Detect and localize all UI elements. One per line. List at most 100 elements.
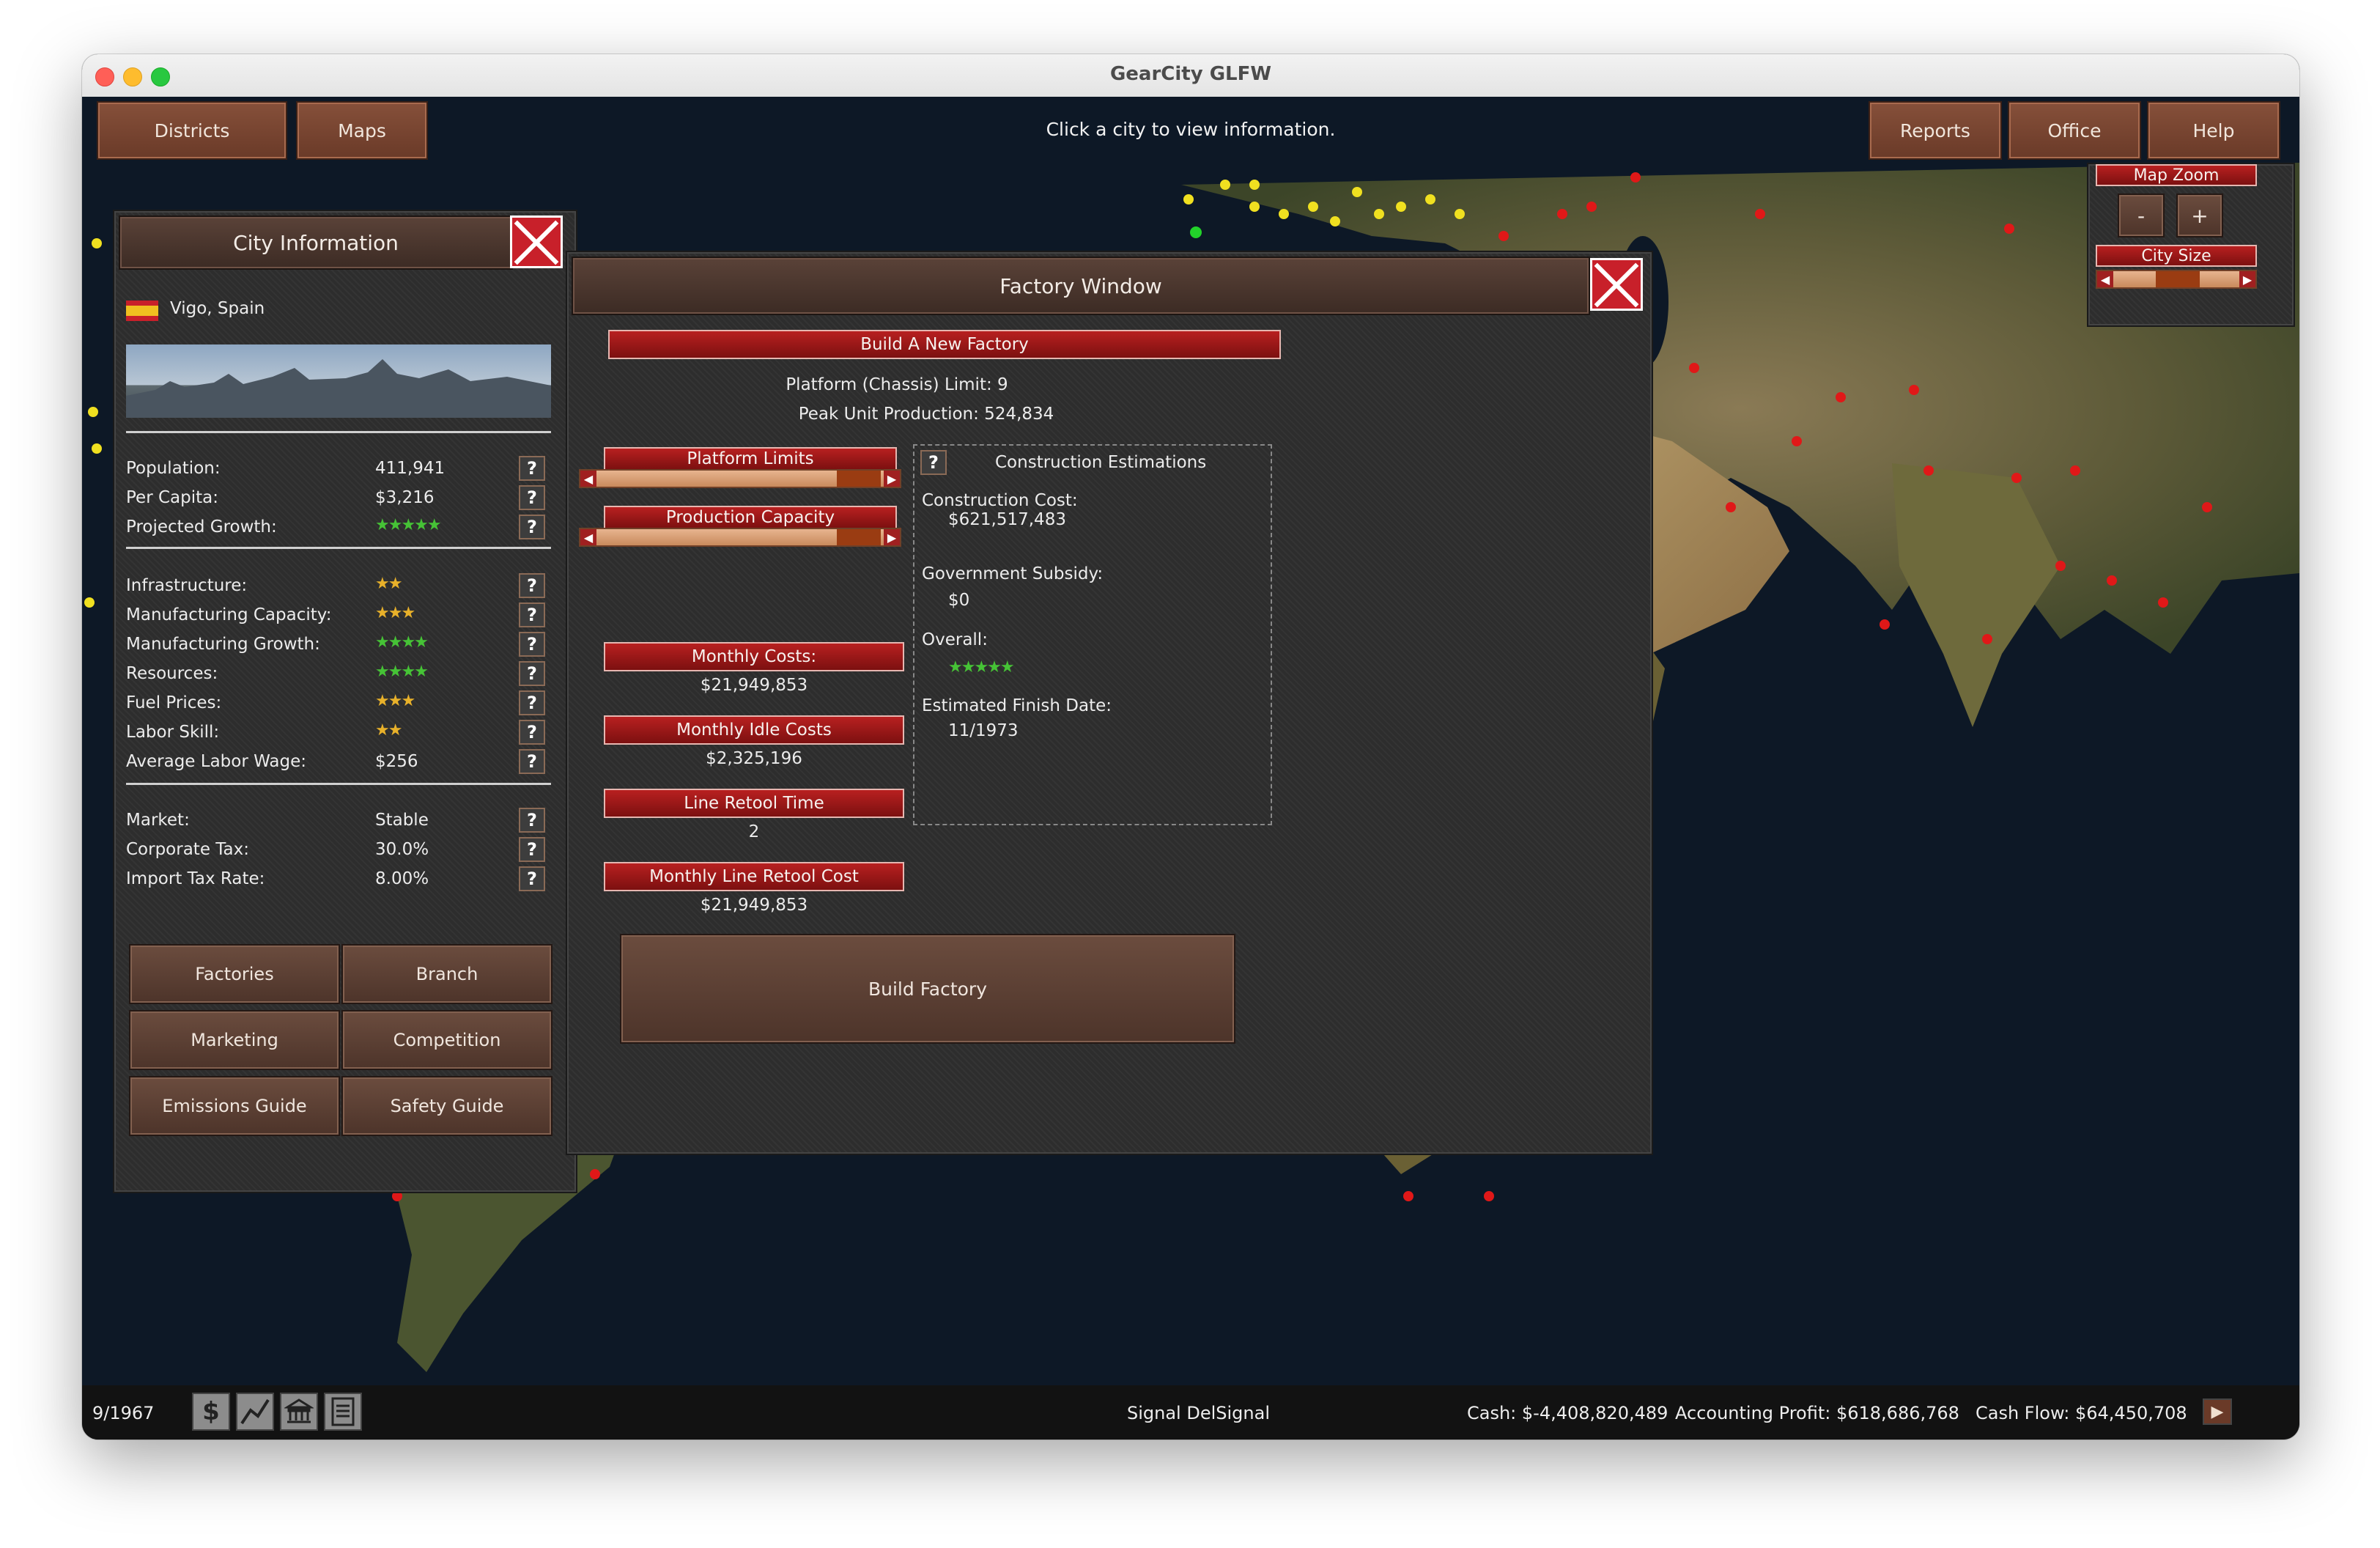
monthly-idle-costs-label: Monthly Idle Costs [604, 715, 904, 745]
construction-estimations-title: Construction Estimations [995, 453, 1207, 472]
city-size-slider[interactable]: ◀ ▶ [2096, 270, 2257, 289]
next-turn-play-icon[interactable]: ▶ [2203, 1398, 2232, 1425]
close-factory-window-icon[interactable] [1590, 258, 1643, 311]
resources-help-button[interactable]: ? [519, 661, 545, 686]
bank-icon[interactable] [280, 1393, 318, 1431]
manufacturing-growth-help-button[interactable]: ? [519, 632, 545, 657]
bank-glyph [284, 1398, 314, 1423]
stock-chart-icon[interactable] [236, 1393, 274, 1431]
population-label: Population: [126, 459, 221, 478]
close-city-info-icon[interactable] [510, 215, 563, 268]
monthly-costs-value: $21,949,853 [700, 676, 808, 695]
help-button[interactable]: Help [2147, 101, 2280, 160]
average-wage-value: $256 [375, 752, 418, 771]
population-value: 411,941 [375, 459, 446, 478]
overall-stars: ★★★★★ [948, 658, 1015, 677]
finish-date-label: Estimated Finish Date: [922, 696, 1112, 715]
corporate-tax-label: Corporate Tax: [126, 840, 249, 859]
monthly-retool-cost-label: Monthly Line Retool Cost [604, 862, 904, 891]
infrastructure-help-button[interactable]: ? [519, 573, 545, 598]
manufacturing-growth-stars: ★★★★ [375, 633, 429, 652]
population-help-button[interactable]: ? [519, 456, 545, 481]
city-skyline-image [126, 344, 551, 418]
build-new-factory-header: Build A New Factory [608, 330, 1281, 359]
per-capita-help-button[interactable]: ? [519, 485, 545, 510]
monthly-idle-costs-value: $2,325,196 [706, 749, 802, 768]
slider-right-arrow-icon[interactable]: ▶ [884, 529, 900, 545]
zoom-panel: Map Zoom - + City Size ◀ ▶ [2087, 163, 2295, 327]
market-value: Stable [375, 811, 429, 830]
monthly-retool-cost-value: $21,949,853 [700, 896, 808, 915]
manufacturing-capacity-help-button[interactable]: ? [519, 602, 545, 627]
city-size-label: City Size [2096, 245, 2257, 267]
labor-skill-label: Labor Skill: [126, 723, 220, 742]
corporate-tax-help-button[interactable]: ? [519, 837, 545, 862]
government-subsidy-label: Government Subsidy: [922, 564, 1104, 583]
skyline-silhouette [126, 359, 551, 418]
production-capacity-slider[interactable]: ◀ ▶ [579, 528, 901, 547]
branch-button[interactable]: Branch [341, 944, 552, 1004]
corporate-tax-value: 30.0% [375, 840, 429, 859]
cash-text: Cash: $-4,408,820,489 [1467, 1403, 1668, 1423]
labor-skill-help-button[interactable]: ? [519, 720, 545, 745]
peak-production-text: Peak Unit Production: 524,834 [798, 405, 1054, 424]
infrastructure-stars: ★★ [375, 575, 402, 593]
line-retool-time-value: 2 [748, 822, 760, 841]
production-capacity-label: Production Capacity [604, 506, 897, 529]
average-wage-label: Average Labor Wage: [126, 752, 306, 771]
factory-window-title: Factory Window [572, 257, 1590, 315]
projected-growth-help-button[interactable]: ? [519, 515, 545, 539]
slider-left-arrow-icon[interactable]: ◀ [580, 471, 596, 487]
fuel-prices-help-button[interactable]: ? [519, 690, 545, 715]
overall-label: Overall: [922, 630, 988, 649]
market-label: Market: [126, 811, 190, 830]
platform-limits-label: Platform Limits [604, 447, 897, 471]
estimations-help-button[interactable]: ? [920, 450, 947, 475]
finance-dollar-icon[interactable]: $ [192, 1393, 230, 1431]
slider-thumb[interactable] [2156, 271, 2200, 287]
game-view: Districts Maps Click a city to view info… [82, 97, 2299, 1385]
chart-line-glyph [240, 1398, 270, 1425]
manufacturing-capacity-label: Manufacturing Capacity: [126, 605, 332, 624]
slider-left-arrow-icon[interactable]: ◀ [580, 529, 596, 545]
zoom-out-button[interactable]: - [2118, 194, 2165, 237]
game-date: 9/1967 [92, 1403, 155, 1423]
construction-cost-value: $621,517,483 [948, 510, 1066, 529]
fuel-prices-label: Fuel Prices: [126, 693, 222, 712]
construction-cost-label: Construction Cost: [922, 491, 1078, 510]
construction-estimations-box: ? Construction Estimations Construction … [913, 444, 1272, 825]
bill-glyph [331, 1397, 355, 1426]
per-capita-value: $3,216 [375, 488, 435, 507]
market-help-button[interactable]: ? [519, 808, 545, 833]
line-retool-time-label: Line Retool Time [604, 789, 904, 818]
slider-left-arrow-icon[interactable]: ◀ [2097, 271, 2113, 287]
bill-icon[interactable] [324, 1393, 362, 1431]
city-info-title: City Information [119, 215, 513, 270]
office-button[interactable]: Office [2008, 101, 2141, 160]
competition-button[interactable]: Competition [341, 1010, 552, 1070]
build-factory-button[interactable]: Build Factory [620, 934, 1235, 1044]
marketing-button[interactable]: Marketing [129, 1010, 340, 1070]
status-bar: 9/1967 $ Signal DelSignal Cash: $-4,408,… [82, 1385, 2299, 1440]
zoom-in-button[interactable]: + [2176, 194, 2223, 237]
slider-thumb[interactable] [837, 529, 881, 545]
projected-growth-label: Projected Growth: [126, 517, 277, 537]
map-zoom-label: Map Zoom [2096, 164, 2257, 186]
safety-guide-button[interactable]: Safety Guide [341, 1076, 552, 1136]
factories-button[interactable]: Factories [129, 944, 340, 1004]
divider [126, 547, 551, 549]
average-wage-help-button[interactable]: ? [519, 749, 545, 774]
city-info-panel: City Information Vigo, Spain Population:… [113, 210, 577, 1193]
slider-right-arrow-icon[interactable]: ▶ [2239, 271, 2255, 287]
accounting-profit-text: Accounting Profit: $618,686,768 [1675, 1403, 1959, 1423]
platform-limits-slider[interactable]: ◀ ▶ [579, 469, 901, 488]
slider-right-arrow-icon[interactable]: ▶ [884, 471, 900, 487]
divider [126, 783, 551, 785]
monthly-costs-label: Monthly Costs: [604, 642, 904, 671]
slider-thumb[interactable] [837, 471, 881, 487]
divider [126, 431, 551, 433]
import-tax-help-button[interactable]: ? [519, 866, 545, 891]
reports-button[interactable]: Reports [1869, 101, 2002, 160]
emissions-guide-button[interactable]: Emissions Guide [129, 1076, 340, 1136]
title-bar: GearCity GLFW [82, 54, 2299, 97]
